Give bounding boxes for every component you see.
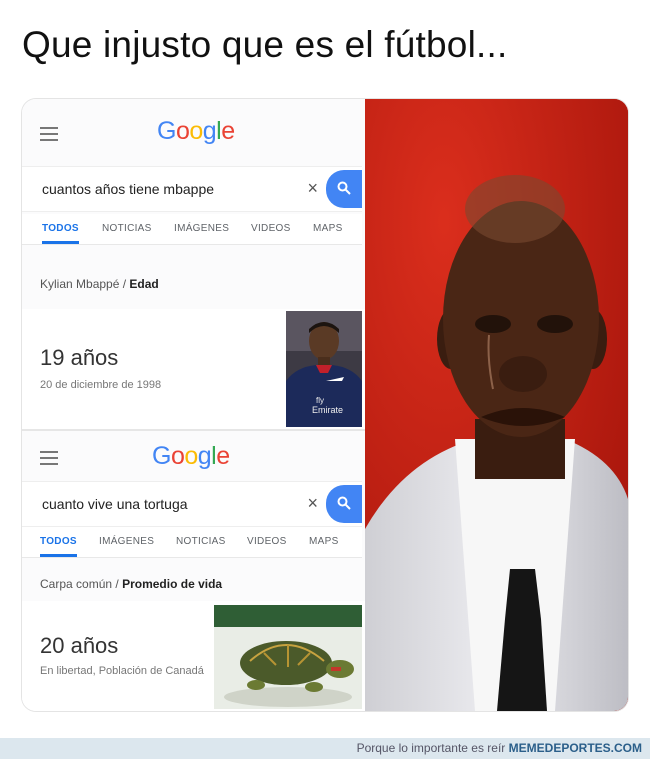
footer-bar: Porque lo importante es reír MEMEDEPORTE…: [0, 738, 650, 759]
crumb-subject[interactable]: Carpa común: [40, 577, 112, 591]
clear-icon[interactable]: ×: [307, 178, 318, 199]
hamburger-menu-icon[interactable]: [40, 451, 58, 469]
search-icon: [337, 496, 351, 510]
search-icon: [337, 181, 351, 195]
clear-icon[interactable]: ×: [307, 493, 318, 514]
tab-noticias[interactable]: NOTICIAS: [102, 223, 152, 234]
tab-todos[interactable]: TODOS: [40, 536, 77, 557]
answer-card: 19 años 20 de diciembre de 1998 fly Emir…: [22, 309, 365, 429]
search-button[interactable]: [326, 485, 362, 523]
tab-videos[interactable]: VIDEOS: [247, 536, 287, 547]
tab-imagenes[interactable]: IMÁGENES: [99, 536, 154, 547]
footer-text: Porque lo importante es reír MEMEDEPORTE…: [357, 741, 642, 755]
search-button[interactable]: [326, 170, 362, 208]
knowledge-breadcrumb: Carpa común / Promedio de vida: [40, 577, 222, 591]
tab-todos[interactable]: TODOS: [42, 223, 79, 244]
tab-imagenes[interactable]: IMÁGENES: [174, 223, 229, 234]
google-logo: Google: [152, 442, 230, 470]
search-input[interactable]: cuantos años tiene mbappe: [42, 181, 214, 197]
google-search-panel-turtle: Google cuanto vive una tortuga × TODOS I…: [22, 429, 365, 711]
answer-value: 19 años: [40, 345, 119, 370]
meme-caption: Que injusto que es el fútbol...: [22, 24, 508, 65]
search-tabs: TODOS NOTICIAS IMÁGENES VIDEOS MAPS: [22, 214, 362, 245]
footer-brand[interactable]: MEMEDEPORTES.COM: [509, 741, 642, 755]
answer-detail: 20 de diciembre de 1998: [40, 379, 162, 391]
meme-card: Google cuantos años tiene mbappe × TODOS…: [22, 99, 628, 711]
search-tabs: TODOS IMÁGENES NOTICIAS VIDEOS MAPS: [22, 527, 362, 558]
answer-detail: En libertad, Población de Canadá: [40, 665, 204, 677]
tab-videos[interactable]: VIDEOS: [251, 223, 291, 234]
tab-maps[interactable]: MAPS: [313, 223, 343, 234]
crumb-separator: /: [122, 277, 127, 291]
footer-tagline: Porque lo importante es reír: [356, 741, 506, 755]
tab-maps[interactable]: MAPS: [309, 536, 339, 547]
answer-value: 20 años: [40, 633, 119, 658]
crumb-subject[interactable]: Kylian Mbappé: [40, 277, 119, 291]
answer-card: 20 años En libertad, Población de Canadá: [22, 601, 365, 711]
crumb-topic: Edad: [129, 277, 159, 291]
jersey-text-fly: fly: [316, 396, 324, 405]
google-search-panel-mbappe: Google cuantos años tiene mbappe × TODOS…: [22, 99, 365, 429]
hamburger-menu-icon[interactable]: [40, 127, 58, 145]
crying-meme-image: [365, 99, 628, 711]
screenshots-column: Google cuantos años tiene mbappe × TODOS…: [22, 99, 365, 711]
crumb-topic: Promedio de vida: [122, 577, 223, 591]
tab-noticias[interactable]: NOTICIAS: [176, 536, 226, 547]
search-bar[interactable]: cuanto vive una tortuga ×: [22, 481, 362, 527]
search-input[interactable]: cuanto vive una tortuga: [42, 496, 188, 512]
search-bar[interactable]: cuantos años tiene mbappe ×: [22, 166, 362, 212]
player-photo[interactable]: fly Emirate: [286, 311, 362, 427]
turtle-photo[interactable]: [214, 605, 362, 709]
crumb-separator: /: [115, 577, 119, 591]
jersey-text-emirates: Emirate: [312, 405, 343, 415]
knowledge-breadcrumb: Kylian Mbappé / Edad: [40, 277, 159, 291]
google-logo: Google: [157, 117, 235, 145]
